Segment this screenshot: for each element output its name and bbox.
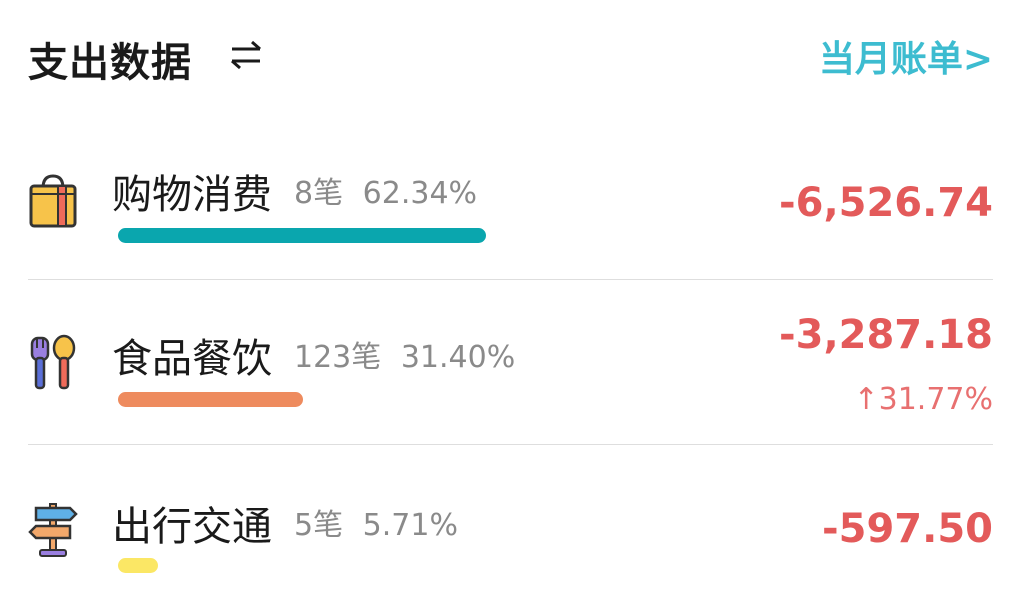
divider: [28, 444, 993, 445]
signpost-icon: [28, 503, 78, 557]
header: 支出数据 当月账单>: [28, 22, 993, 92]
transaction-count: 8笔: [294, 176, 344, 211]
category-percent: 31.40%: [400, 340, 516, 375]
progress-bar: [118, 558, 158, 573]
category-name: 食品餐饮: [112, 336, 272, 382]
swap-arrows-icon[interactable]: [226, 38, 266, 72]
progress-bar: [118, 392, 303, 407]
category-amount: -597.50: [822, 506, 993, 552]
transaction-count: 123笔: [294, 340, 382, 375]
category-name: 出行交通: [112, 504, 272, 550]
category-meta: 8笔 62.34%: [294, 168, 477, 212]
list-item[interactable]: 购物消费 8笔 62.34% -6,526.74: [28, 150, 993, 260]
list-item[interactable]: 出行交通 5笔 5.71% -597.50: [28, 478, 993, 588]
category-amount: -6,526.74: [779, 180, 993, 226]
shopping-bag-icon: [29, 174, 77, 228]
category-percent: 62.34%: [362, 176, 478, 211]
change-percent: ↑31.77%: [853, 382, 993, 417]
category-meta: 123笔 31.40%: [294, 332, 515, 376]
list-item[interactable]: 食品餐饮 123笔 31.40% -3,287.18 ↑31.77%: [28, 310, 993, 430]
monthly-bill-link[interactable]: 当月账单>: [819, 30, 993, 82]
fork-spoon-icon: [30, 334, 76, 390]
expense-card: 支出数据 当月账单> 购物消费 8笔 62.34% -6,526.74 食品餐饮…: [0, 0, 1011, 607]
category-meta: 5笔 5.71%: [294, 500, 458, 544]
category-name: 购物消费: [112, 172, 272, 218]
transaction-count: 5笔: [294, 508, 344, 543]
divider: [28, 279, 993, 280]
category-amount: -3,287.18: [779, 312, 993, 358]
page-title: 支出数据: [28, 40, 192, 86]
category-percent: 5.71%: [362, 508, 458, 543]
progress-bar: [118, 228, 486, 243]
